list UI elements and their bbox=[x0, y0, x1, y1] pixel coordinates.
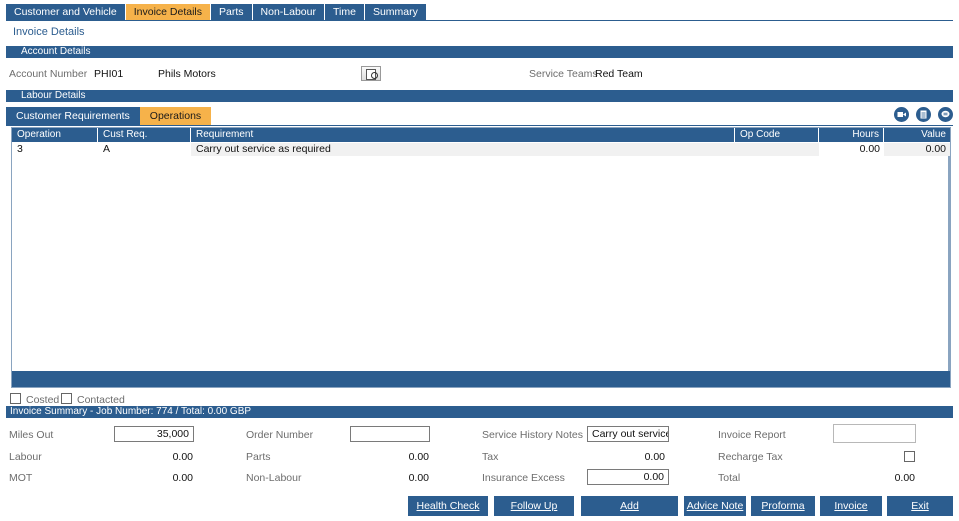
account-details-header: Account Details bbox=[6, 46, 953, 58]
insurance-excess-label: Insurance Excess bbox=[482, 472, 565, 484]
mot-value: 0.00 bbox=[172, 472, 193, 484]
non-labour-label: Non-Labour bbox=[246, 472, 302, 484]
col-requirement[interactable]: Requirement bbox=[191, 128, 735, 142]
labour-sub-tab-bar: Customer Requirements Operations bbox=[6, 107, 212, 125]
costed-checkbox[interactable] bbox=[10, 393, 21, 404]
col-op-code[interactable]: Op Code bbox=[735, 128, 819, 142]
order-number-label: Order Number bbox=[246, 429, 314, 441]
tax-label: Tax bbox=[482, 451, 499, 463]
cell-cust-req: A bbox=[103, 143, 111, 155]
tab-customer-requirements[interactable]: Customer Requirements bbox=[6, 107, 140, 125]
health-check-button[interactable]: Health Check bbox=[408, 496, 488, 516]
tab-parts[interactable]: Parts bbox=[211, 4, 252, 20]
col-value[interactable]: Value bbox=[884, 128, 950, 142]
insurance-excess-input[interactable]: 0.00 bbox=[587, 469, 669, 485]
order-number-input[interactable] bbox=[350, 426, 430, 442]
operations-grid: Operation Cust Req. Requirement Op Code … bbox=[11, 127, 951, 388]
service-history-notes-label: Service History Notes bbox=[482, 429, 583, 441]
grid-header: Operation Cust Req. Requirement Op Code … bbox=[12, 128, 950, 142]
tab-customer-and-vehicle[interactable]: Customer and Vehicle bbox=[6, 4, 125, 20]
account-number-value: PHI01 bbox=[94, 68, 124, 80]
exit-button[interactable]: Exit bbox=[887, 496, 953, 516]
service-teams-value: Red Team bbox=[595, 68, 643, 80]
sub-tab-underline bbox=[6, 125, 953, 126]
follow-up-button[interactable]: Follow Up bbox=[494, 496, 574, 516]
col-cust-req[interactable]: Cust Req. bbox=[98, 128, 191, 142]
advice-note-button[interactable]: Advice Note bbox=[684, 496, 746, 516]
total-value: 0.00 bbox=[894, 472, 915, 484]
video-icon[interactable] bbox=[894, 107, 909, 122]
invoice-report-label: Invoice Report bbox=[718, 429, 786, 441]
account-lookup-icon[interactable] bbox=[361, 66, 381, 81]
parts-value: 0.00 bbox=[408, 451, 429, 463]
cell-op-code bbox=[735, 143, 819, 156]
grid-footer bbox=[12, 371, 950, 387]
add-button[interactable]: Add bbox=[581, 496, 678, 516]
non-labour-value: 0.00 bbox=[408, 472, 429, 484]
total-label: Total bbox=[718, 472, 741, 484]
tax-value: 0.00 bbox=[644, 451, 665, 463]
tab-invoice-details[interactable]: Invoice Details bbox=[125, 4, 211, 20]
grid-scrollbar[interactable] bbox=[948, 156, 950, 371]
tab-underline bbox=[6, 20, 953, 21]
invoice-button[interactable]: Invoice bbox=[820, 496, 882, 516]
miles-out-label: Miles Out bbox=[9, 429, 54, 441]
cell-operation: 3 bbox=[17, 143, 23, 155]
main-tab-bar: Customer and Vehicle Invoice Details Par… bbox=[6, 4, 427, 20]
mot-label: MOT bbox=[9, 472, 33, 484]
invoice-report-input[interactable] bbox=[833, 424, 916, 443]
labour-details-header: Labour Details bbox=[6, 90, 953, 102]
contacted-label: Contacted bbox=[77, 394, 125, 406]
labour-value: 0.00 bbox=[172, 451, 193, 463]
labour-label: Labour bbox=[9, 451, 42, 463]
cell-requirement: Carry out service as required bbox=[191, 143, 735, 156]
recharge-tax-label: Recharge Tax bbox=[718, 451, 783, 463]
table-row[interactable]: 3 A Carry out service as required 0.00 0… bbox=[12, 143, 950, 156]
account-name-value: Phils Motors bbox=[158, 68, 216, 80]
col-hours[interactable]: Hours bbox=[819, 128, 884, 142]
cell-value: 0.00 bbox=[884, 143, 950, 156]
recharge-tax-checkbox[interactable] bbox=[904, 451, 915, 462]
document-icon[interactable] bbox=[916, 107, 931, 122]
service-teams-label: Service Teams bbox=[529, 68, 598, 80]
page-title: Invoice Details bbox=[13, 26, 85, 38]
service-history-notes-input[interactable]: Carry out service a bbox=[587, 426, 669, 442]
tab-non-labour[interactable]: Non-Labour bbox=[252, 4, 324, 20]
contacted-checkbox[interactable] bbox=[61, 393, 72, 404]
parts-label: Parts bbox=[246, 451, 271, 463]
chat-icon[interactable] bbox=[938, 107, 953, 122]
tab-time[interactable]: Time bbox=[324, 4, 364, 20]
tab-summary[interactable]: Summary bbox=[364, 4, 426, 20]
account-number-label: Account Number bbox=[9, 68, 88, 80]
miles-out-input[interactable]: 35,000 bbox=[114, 426, 194, 442]
proforma-button[interactable]: Proforma bbox=[751, 496, 815, 516]
cell-hours: 0.00 bbox=[859, 143, 880, 155]
costed-label: Costed bbox=[26, 394, 60, 406]
tab-operations[interactable]: Operations bbox=[139, 107, 212, 125]
col-operation[interactable]: Operation bbox=[12, 128, 98, 142]
invoice-summary-header: Invoice Summary - Job Number: 774 / Tota… bbox=[6, 406, 953, 418]
